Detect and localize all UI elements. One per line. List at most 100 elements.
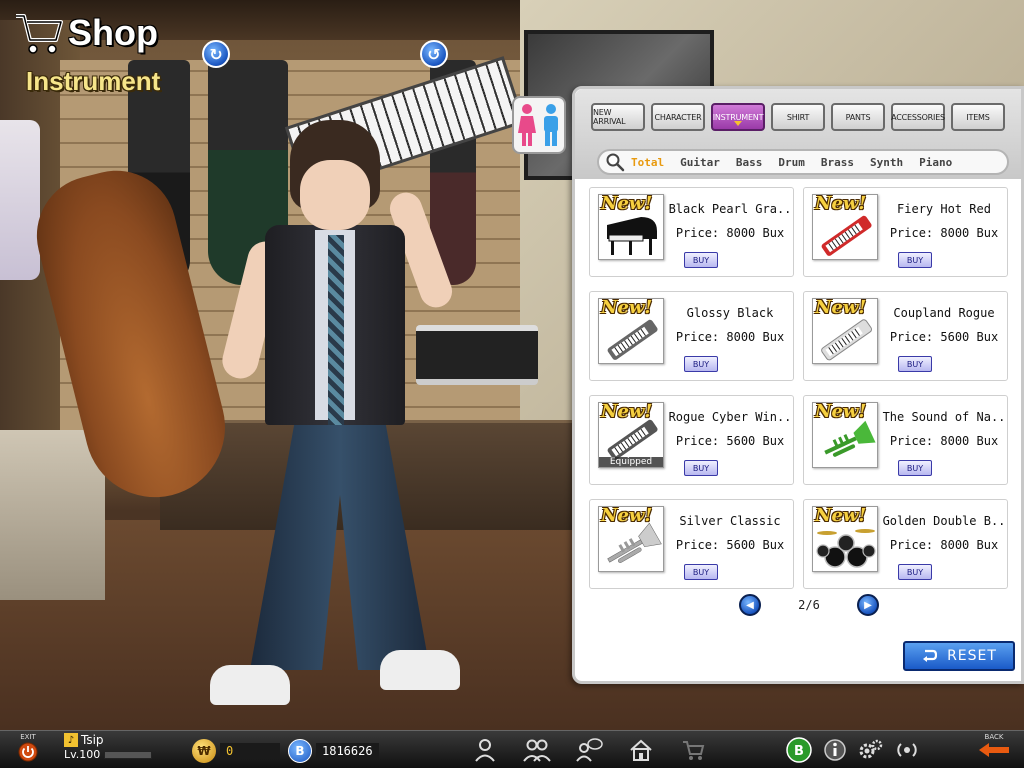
dress-display [0,120,40,280]
settings-button[interactable] [857,736,885,764]
tab-items[interactable]: Items [951,103,1005,131]
female-icon [518,104,536,146]
back-label: Back [984,733,1004,741]
bux-coin-icon: B [288,739,312,763]
nav-icons [470,736,708,764]
svg-text:B: B [794,744,804,759]
item-card[interactable]: New! The Sound of Na.. Price: 8000 Bux B… [803,395,1008,485]
signal-button[interactable] [893,736,921,764]
filter-total[interactable]: Total [631,156,664,169]
back-button[interactable]: Back [972,733,1016,767]
filter-piano[interactable]: Piano [919,156,952,169]
item-thumbnail[interactable]: New! [598,298,664,364]
bux-amount: 1816626 [316,743,379,759]
friends-button[interactable] [522,736,552,764]
exit-button[interactable]: Exit [8,733,48,767]
new-badge: New! [601,402,653,422]
cart-icon [16,14,63,54]
item-card[interactable]: New! Black Pearl Gra.. Price: 8000 Bux B… [589,187,794,277]
page-indicator: 2/6 [798,598,820,612]
filter-guitar[interactable]: Guitar [680,156,720,169]
section-title: Instrument [26,66,161,96]
tab-instrument[interactable]: Instrument [711,103,765,131]
item-thumbnail[interactable]: New! [812,506,878,572]
filter-synth[interactable]: Synth [870,156,903,169]
item-thumbnail[interactable]: New! [812,298,878,364]
buy-button[interactable]: Buy [684,460,718,476]
item-card[interactable]: New! Glossy Black Price: 8000 Bux BUY [589,291,794,381]
item-name: Golden Double B.. [882,514,1006,528]
rotate-cw-icon: ↺ [427,44,441,64]
buy-button[interactable]: Buy [898,252,932,268]
buy-button[interactable]: Buy [898,356,932,372]
filter-bass[interactable]: Bass [736,156,763,169]
shop-header: Shop [14,10,158,56]
new-badge: New! [601,506,653,526]
tab-character[interactable]: Character [651,103,705,131]
item-card[interactable]: New! Coupland Rogue Price: 5600 Bux BUY [803,291,1008,381]
new-badge: New! [601,298,653,318]
user-info: ♪ Tsip Lv.100 [64,733,153,761]
item-thumbnail[interactable]: New! Equipped [598,402,664,468]
prev-page-button[interactable]: ◀ [739,594,761,616]
new-badge: New! [601,194,653,214]
item-price: Price: 5600 Bux [675,538,785,552]
arrow-right-icon: ▶ [864,599,872,611]
tab-new-arrival[interactable]: New arrival [591,103,645,131]
bottom-bar: Exit ♪ Tsip Lv.100 ₩ 0 B 1816626 [0,730,1024,768]
reset-button[interactable]: Reset [903,641,1015,671]
shop-button[interactable] [678,736,708,764]
buy-button[interactable]: Buy [684,252,718,268]
user-name: Tsip [81,733,104,747]
search-icon[interactable] [605,152,625,172]
rotate-left-button[interactable]: ↻ [202,40,230,68]
home-button[interactable] [626,736,656,764]
buy-button[interactable]: Buy [898,564,932,580]
bux-charge-button[interactable]: B [785,736,813,764]
buy-button[interactable]: Buy [684,356,718,372]
profile-button[interactable] [470,736,500,764]
tab-shirt[interactable]: Shirt [771,103,825,131]
gender-toggle-button[interactable] [512,96,566,154]
rotate-right-button[interactable]: ↺ [420,40,448,68]
arrow-left-icon [979,743,1009,757]
item-card[interactable]: New! Silver Classic Price: 5600 Bux Buy [589,499,794,589]
avatar-shoe-left [210,665,290,705]
item-name: Silver Classic [679,514,781,528]
male-icon [544,104,558,146]
tab-accessories[interactable]: Accessories [891,103,945,131]
chat-button[interactable] [574,736,604,764]
item-card[interactable]: New! Equipped Rogue Cyber Win.. Price: 5… [589,395,794,485]
buy-button[interactable]: Buy [684,564,718,580]
avatar-tie [328,235,344,425]
info-icon [824,739,846,761]
friends-icon [523,739,551,762]
new-badge: New! [815,402,867,422]
shop-panel: New arrival Character Instrument Shirt P… [572,86,1024,684]
next-page-button[interactable]: ▶ [857,594,879,616]
item-card[interactable]: New! Fiery Hot Red Price: 8000 Bux BUY [803,187,1008,277]
item-price: Price: 8000 Bux [889,538,999,552]
filter-drum[interactable]: Drum [778,156,805,169]
item-thumbnail[interactable]: New! [812,194,878,260]
rotate-ccw-icon: ↻ [209,44,223,64]
player-avatar[interactable] [210,120,460,705]
buy-button[interactable]: Buy [898,460,932,476]
avatar-shoe-right [380,650,460,690]
new-badge: New! [815,506,867,526]
item-grid: New! Black Pearl Gra.. Price: 8000 Bux B… [589,187,1008,589]
tab-pants[interactable]: Pants [831,103,885,131]
item-thumbnail[interactable]: New! [812,402,878,468]
item-thumbnail[interactable]: New! [598,194,664,260]
item-name: Fiery Hot Red [897,202,991,216]
chat-icon [576,738,603,762]
item-card[interactable]: New! Golden Double B.. Price: 8000 Bux B… [803,499,1008,589]
won-balance: ₩ 0 [192,739,280,763]
item-name: The Sound of Na.. [882,410,1006,424]
info-button[interactable] [821,736,849,764]
person-icon [475,739,495,762]
level-progress-bar [104,750,153,759]
won-amount: 0 [220,743,280,759]
item-thumbnail[interactable]: New! [598,506,664,572]
filter-brass[interactable]: Brass [821,156,854,169]
